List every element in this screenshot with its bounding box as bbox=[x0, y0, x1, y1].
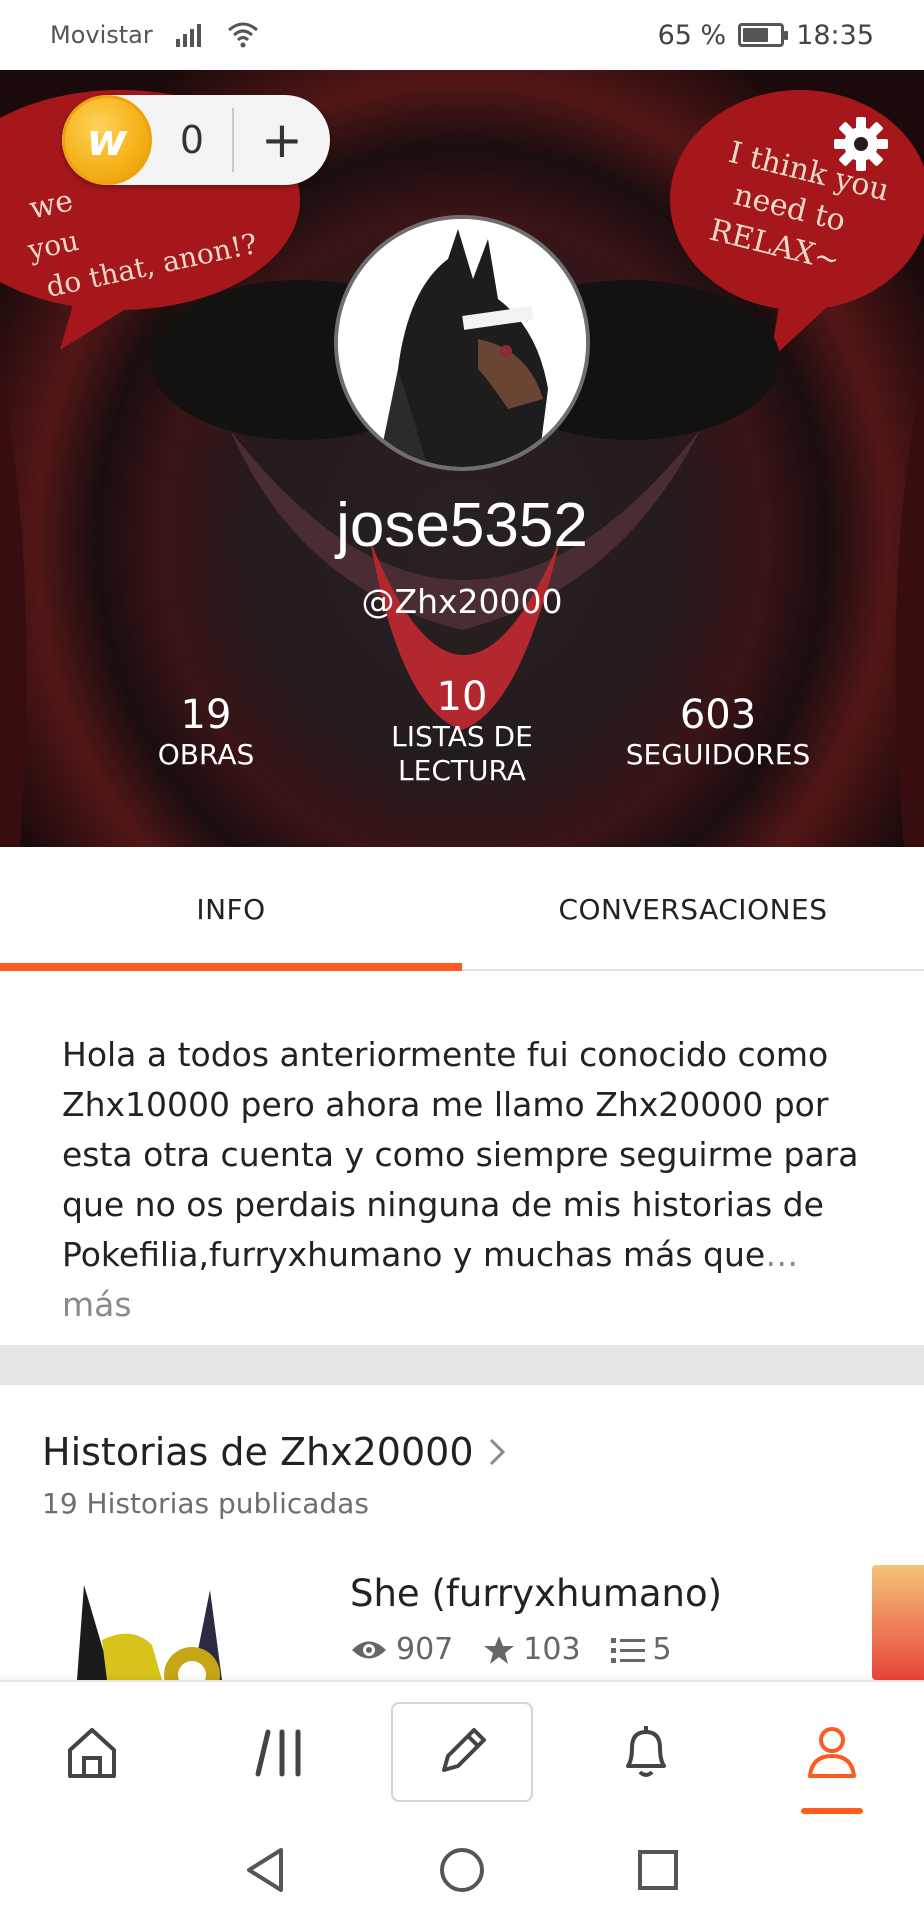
stat-works[interactable]: 19 OBRAS bbox=[86, 692, 326, 772]
battery-icon bbox=[738, 23, 789, 47]
nav-library[interactable] bbox=[210, 1682, 350, 1822]
star-icon bbox=[484, 1635, 515, 1664]
profile-handle: @Zhx20000 bbox=[361, 582, 563, 621]
profile-tabs: INFO CONVERSACIONES bbox=[0, 847, 924, 971]
tab-conversations[interactable]: CONVERSACIONES bbox=[462, 847, 924, 971]
home-icon bbox=[68, 1728, 116, 1778]
nav-notifications[interactable] bbox=[576, 1682, 716, 1822]
write-icon bbox=[442, 1728, 486, 1772]
story-reads: 907 bbox=[396, 1632, 454, 1667]
battery-percent: 65 % bbox=[657, 19, 727, 51]
system-recents-button[interactable] bbox=[598, 1820, 718, 1920]
buy-coins-button[interactable]: + bbox=[234, 115, 330, 165]
profile-username: jose5352 bbox=[336, 491, 588, 560]
nav-home[interactable] bbox=[22, 1682, 162, 1822]
stat-reading-lists[interactable]: 10 LISTAS DE LECTURA bbox=[342, 674, 582, 788]
section-divider bbox=[0, 1345, 924, 1385]
story-parts: 5 bbox=[652, 1632, 672, 1667]
profile-header: we you do that, anon!? I think you need … bbox=[0, 70, 924, 847]
bottom-navigation bbox=[0, 1680, 924, 1820]
nav-profile[interactable] bbox=[762, 1682, 902, 1822]
carrier-label: Movistar bbox=[50, 21, 153, 49]
stat-reading-lists-label: LISTAS DE LECTURA bbox=[391, 720, 533, 787]
stories-count: 19 Historias publicadas bbox=[42, 1487, 369, 1520]
wattpad-coin-icon: w bbox=[62, 95, 152, 185]
story-title[interactable]: She (furryxhumano) bbox=[350, 1572, 722, 1615]
tab-info-label: INFO bbox=[196, 892, 266, 926]
nav-write[interactable] bbox=[391, 1702, 533, 1802]
stat-reading-lists-value: 10 bbox=[436, 674, 488, 720]
library-icon bbox=[255, 1729, 301, 1777]
clock: 18:35 bbox=[796, 19, 874, 51]
story-votes: 103 bbox=[523, 1632, 581, 1667]
profile-icon bbox=[808, 1727, 856, 1778]
profile-bio: Hola a todos anteriormente fui conocido … bbox=[62, 1030, 862, 1330]
stat-works-label: OBRAS bbox=[157, 738, 255, 771]
wifi-icon bbox=[227, 22, 258, 48]
back-triangle-icon bbox=[247, 1848, 283, 1892]
status-bar: Movistar 65 % 18:35 bbox=[0, 0, 924, 70]
story-stats: 907 103 5 bbox=[350, 1632, 690, 1667]
stories-title: Historias de Zhx20000 bbox=[42, 1430, 474, 1474]
coins-widget[interactable]: w 0 + bbox=[62, 95, 330, 185]
list-icon bbox=[610, 1637, 645, 1663]
home-circle-icon bbox=[440, 1848, 484, 1892]
system-back-button[interactable] bbox=[205, 1820, 325, 1920]
coin-count: 0 bbox=[179, 118, 205, 162]
avatar[interactable] bbox=[334, 215, 590, 471]
tab-conversations-label: CONVERSACIONES bbox=[558, 892, 828, 926]
system-navigation bbox=[0, 1820, 924, 1920]
stat-followers[interactable]: 603 SEGUIDORES bbox=[598, 692, 838, 772]
eye-icon bbox=[352, 1641, 386, 1658]
system-home-button[interactable] bbox=[402, 1820, 522, 1920]
notifications-icon bbox=[626, 1726, 666, 1777]
tab-info[interactable]: INFO bbox=[0, 847, 462, 971]
active-tab-indicator bbox=[0, 963, 462, 971]
chevron-right-icon bbox=[489, 1438, 505, 1466]
stat-works-value: 19 bbox=[180, 692, 232, 738]
stories-section-header[interactable]: Historias de Zhx20000 bbox=[42, 1430, 506, 1474]
next-story-cover[interactable] bbox=[872, 1565, 924, 1680]
gear-icon[interactable] bbox=[832, 115, 890, 173]
stat-followers-value: 603 bbox=[679, 692, 757, 738]
active-nav-indicator bbox=[801, 1808, 863, 1814]
stat-followers-label: SEGUIDORES bbox=[625, 738, 811, 771]
bio-text: Hola a todos anteriormente fui conocido … bbox=[62, 1035, 859, 1274]
signal-icon bbox=[175, 24, 201, 47]
recents-square-icon bbox=[638, 1850, 678, 1890]
story-cover[interactable] bbox=[42, 1565, 312, 1680]
